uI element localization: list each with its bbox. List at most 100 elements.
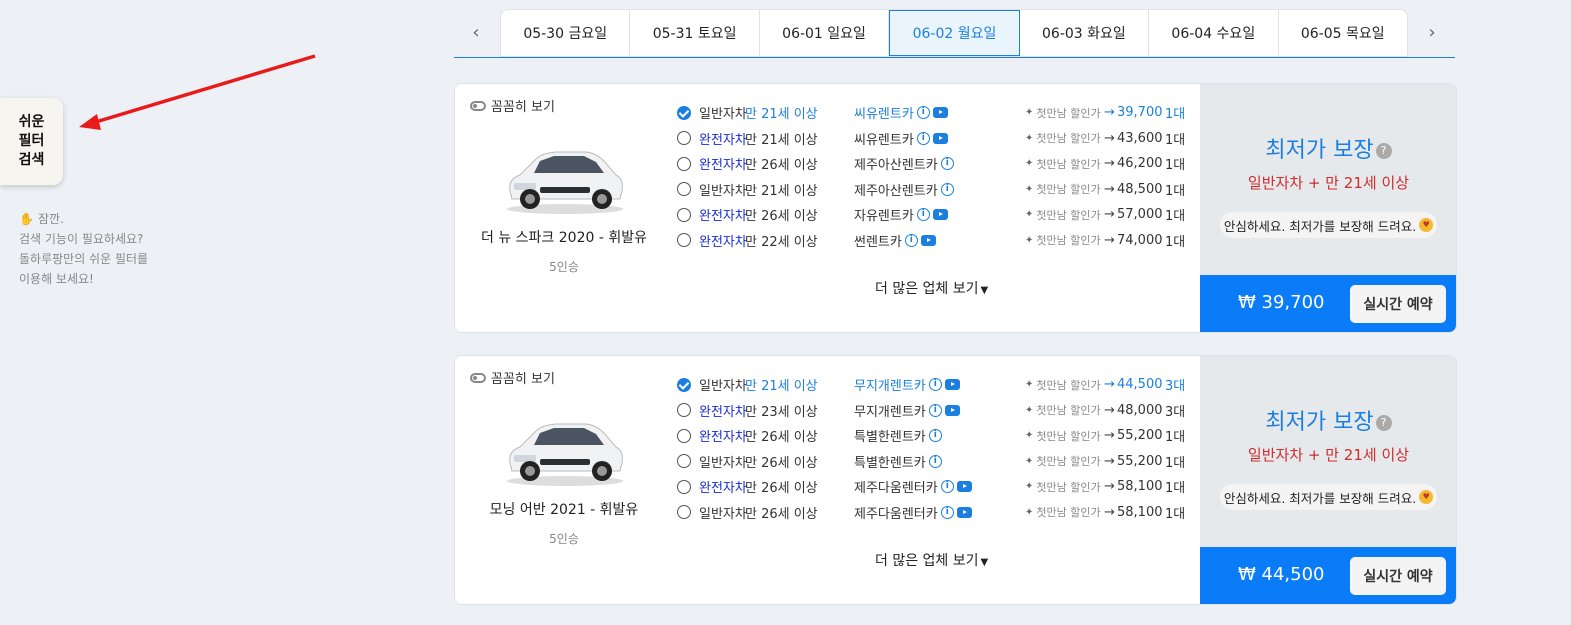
chevron-right-icon[interactable]: › (1422, 19, 1442, 45)
chevron-left-icon[interactable]: ‹ (466, 19, 486, 45)
radio-icon[interactable] (677, 233, 691, 248)
radio-icon[interactable] (677, 403, 691, 418)
sparkle-icon: ✦ (1025, 107, 1034, 119)
company-option-row[interactable]: 일반자차 만 26세 이상 특별한렌트카 i ✦ 첫만남 할인가 → 55,200 1대 (677, 449, 1193, 475)
detail-view-toggle[interactable]: 꼼꼼히 보기 (470, 96, 555, 115)
age-requirement: 만 26세 이상 (745, 455, 818, 471)
date-tab[interactable]: 06-03 화요일 (1020, 10, 1150, 56)
radio-icon[interactable] (677, 182, 691, 197)
video-play-icon[interactable] (956, 481, 972, 493)
video-play-icon[interactable] (932, 107, 948, 119)
info-icon[interactable]: i (940, 157, 954, 171)
question-icon[interactable]: ? (1375, 415, 1392, 431)
company-option-row[interactable]: 완전자차 만 26세 이상 제주다움렌터카 i ✦ 첫만남 할인가 → 58,100 1대 (677, 474, 1193, 500)
discount-label: 첫만남 할인가 (1036, 506, 1101, 520)
toggle-icon[interactable] (470, 372, 486, 383)
question-icon[interactable]: ? (1375, 143, 1392, 159)
discount-label-group: ✦ 첫만남 할인가 (1025, 156, 1101, 172)
sparkle-icon: ✦ (1025, 209, 1034, 221)
detail-toggle-label: 꼼꼼히 보기 (491, 100, 555, 115)
radio-checked-icon[interactable] (677, 105, 691, 120)
realtime-booking-button[interactable]: 실시간 예약 (1350, 557, 1446, 595)
radio-icon[interactable] (677, 454, 691, 469)
date-tab[interactable]: 05-31 토요일 (630, 10, 760, 56)
radio-icon[interactable] (677, 428, 691, 443)
toggle-icon[interactable] (470, 100, 486, 111)
company-option-row[interactable]: 일반자차 만 26세 이상 제주다움렌터카 i ✦ 첫만남 할인가 → 58,100 1대 (677, 500, 1193, 526)
date-tab-bar: ‹ 05-30 금요일 05-31 토요일 06-01 일요일 06-02 월요일 06… (454, 9, 1455, 58)
company-option-row[interactable]: 일반자차 만 21세 이상 무지개렌트카 i ✦ 첫만남 할인가 → 44,500 3대 (677, 372, 1193, 398)
sparkle-icon: ✦ (1025, 132, 1034, 144)
video-play-icon[interactable] (956, 506, 972, 518)
company-name-group: 제주다움렌터카 i (854, 477, 972, 496)
car-count: 3대 (1165, 379, 1186, 395)
company-option-row[interactable]: 완전자차 만 22세 이상 썬렌트카 i ✦ 첫만남 할인가 → 74,000 1대 (677, 228, 1193, 254)
radio-icon[interactable] (677, 131, 691, 146)
company-name-group: 제주아산렌트카 i (854, 154, 954, 173)
radio-icon[interactable] (677, 479, 691, 494)
discount-label: 첫만남 할인가 (1036, 208, 1101, 222)
radio-checked-icon[interactable] (677, 377, 691, 392)
company-option-row[interactable]: 일반자차 만 21세 이상 씨유렌트카 i ✦ 첫만남 할인가 → 39,700 1대 (677, 100, 1193, 126)
company-option-row[interactable]: 일반자차 만 21세 이상 제주아산렌트카 i ✦ 첫만남 할인가 → 48,500 1대 (677, 177, 1193, 203)
company-option-row[interactable]: 완전자차 만 26세 이상 제주아산렌트카 i ✦ 첫만남 할인가 → 46,200 1대 (677, 151, 1193, 177)
date-tab[interactable]: 05-30 금요일 (501, 10, 631, 56)
radio-icon[interactable] (677, 505, 691, 520)
sparkle-icon: ✦ (1025, 430, 1034, 442)
company-option-row[interactable]: 완전자차 만 23세 이상 무지개렌트카 i ✦ 첫만남 할인가 → 48,000 3대 (677, 398, 1193, 424)
car-card: 꼼꼼히 보기 모닝 어반 2021 - 휘발유 5인승 일반자차 만 21세 이상 무지개… (454, 355, 1457, 605)
info-icon[interactable]: i (928, 429, 942, 443)
filter-label-line-1: 쉬운 (18, 114, 45, 130)
company-option-row[interactable]: 완전자차 만 21세 이상 씨유렌트카 i ✦ 첫만남 할인가 → 43,600 1대 (677, 126, 1193, 152)
insurance-type: 완전자차 (699, 158, 747, 174)
discount-label-group: ✦ 첫만남 할인가 (1025, 207, 1101, 223)
info-icon[interactable]: i (928, 403, 942, 417)
info-icon[interactable]: i (916, 131, 930, 145)
more-companies-button[interactable]: 더 많은 업체 보기 ▼ (875, 550, 988, 570)
insurance-type: 일반자차 (699, 107, 747, 123)
insurance-type: 완전자차 (699, 132, 747, 148)
arrow-right-icon: → (1104, 504, 1115, 520)
radio-icon[interactable] (677, 207, 691, 222)
radio-icon[interactable] (677, 156, 691, 171)
hint-line-3: 이용해 보세요! (19, 272, 94, 286)
date-tab[interactable]: 06-05 목요일 (1279, 10, 1407, 56)
age-requirement: 만 21세 이상 (745, 379, 818, 395)
video-play-icon[interactable] (944, 379, 960, 391)
option-price: 39,700 (1117, 105, 1163, 121)
date-tab[interactable]: 06-01 일요일 (760, 10, 890, 56)
video-play-icon[interactable] (920, 234, 936, 246)
reassure-text: 안심하세요. 최저가를 보장해 드려요. (1223, 218, 1417, 234)
info-icon[interactable]: i (928, 454, 942, 468)
detail-view-toggle[interactable]: 꼼꼼히 보기 (470, 368, 555, 387)
info-icon[interactable]: i (940, 505, 954, 519)
option-price: 55,200 (1117, 453, 1163, 469)
date-tab[interactable]: 06-04 수요일 (1149, 10, 1279, 56)
company-option-row[interactable]: 완전자차 만 26세 이상 자유렌트카 i ✦ 첫만남 할인가 → 57,000 1대 (677, 202, 1193, 228)
info-icon[interactable]: i (916, 106, 930, 120)
price-guarantee-panel: 최저가 보장? 일반자차 + 만 21세 이상 안심하세요. 최저가를 보장해 드려… (1200, 84, 1456, 332)
info-icon[interactable]: i (928, 378, 942, 392)
insurance-type: 완전자차 (699, 234, 747, 250)
company-name: 썬렌트카 (854, 234, 902, 250)
video-play-icon[interactable] (932, 132, 948, 144)
info-icon[interactable]: i (940, 480, 954, 494)
car-seats: 5인승 (549, 260, 579, 274)
discount-label: 첫만남 할인가 (1036, 378, 1101, 392)
option-price: 58,100 (1117, 504, 1163, 520)
option-price: 44,500 (1117, 377, 1163, 393)
company-option-row[interactable]: 완전자차 만 26세 이상 특별한렌트카 i ✦ 첫만남 할인가 → 55,200 1대 (677, 423, 1193, 449)
price-bar: ₩ 39,700 실시간 예약 (1200, 275, 1456, 332)
info-icon[interactable]: i (904, 233, 918, 247)
info-icon[interactable]: i (940, 182, 954, 196)
realtime-booking-button[interactable]: 실시간 예약 (1350, 285, 1446, 323)
insurance-type: 완전자차 (699, 209, 747, 225)
info-icon[interactable]: i (916, 208, 930, 222)
discount-label-group: ✦ 첫만남 할인가 (1025, 504, 1101, 520)
more-companies-button[interactable]: 더 많은 업체 보기 ▼ (875, 278, 988, 298)
video-play-icon[interactable] (932, 209, 948, 221)
company-name-group: 제주다움렌터카 i (854, 503, 972, 522)
video-play-icon[interactable] (944, 404, 960, 416)
easy-filter-button[interactable]: 쉬운 필터 검색 (0, 98, 63, 185)
date-tab[interactable]: 06-02 월요일 (889, 10, 1020, 56)
